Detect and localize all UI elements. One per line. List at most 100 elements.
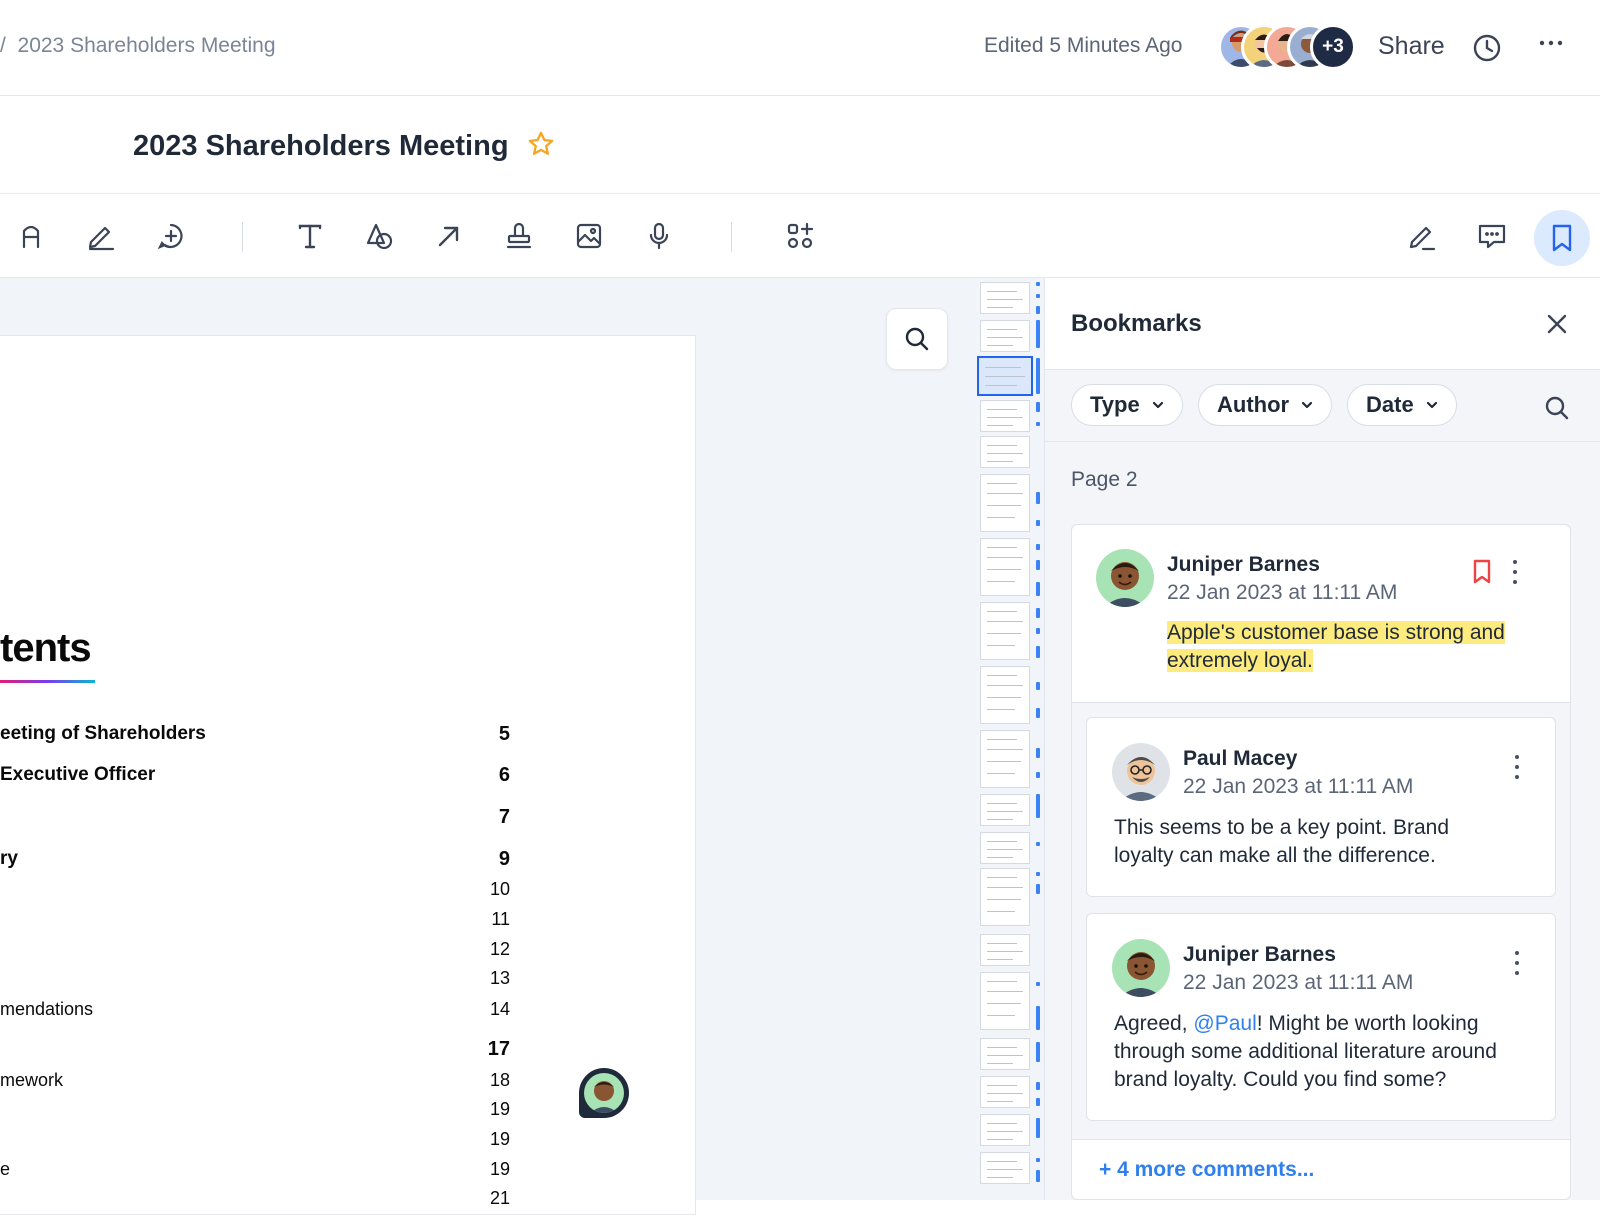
text-icon[interactable] <box>292 218 328 254</box>
kebab-icon[interactable] <box>1505 559 1525 585</box>
more-comments-link[interactable]: + 4 more comments... <box>1072 1139 1570 1199</box>
document-title[interactable]: 2023 Shareholders Meeting <box>133 130 509 163</box>
comment-text: Agreed, @Paul! Might be worth looking th… <box>1114 1012 1497 1091</box>
annotation-marker <box>1036 320 1040 348</box>
annotation-marker <box>1036 608 1040 618</box>
page-thumbnail[interactable] <box>980 972 1030 1030</box>
search-icon[interactable] <box>1543 394 1571 427</box>
kebab-icon[interactable] <box>1507 754 1527 780</box>
chevron-down-icon <box>1301 401 1313 409</box>
page-thumbnail-selected[interactable] <box>977 356 1033 396</box>
annotation-marker <box>1036 520 1040 526</box>
edit-icon[interactable] <box>1404 218 1440 254</box>
filter-author[interactable]: Author <box>1198 384 1333 426</box>
user-mention[interactable]: @Paul <box>1193 1012 1256 1035</box>
bookmark-icon[interactable] <box>1472 559 1492 590</box>
annotation-marker <box>1036 646 1040 658</box>
page-thumbnail[interactable] <box>980 320 1030 352</box>
pen-icon[interactable] <box>83 218 119 254</box>
annotation-marker <box>1036 1158 1040 1162</box>
page-thumbnail[interactable] <box>980 282 1030 314</box>
page-thumbnail[interactable] <box>980 832 1030 864</box>
clock-icon[interactable] <box>1472 33 1502 68</box>
avatar <box>1112 939 1170 997</box>
filter-type[interactable]: Type <box>1071 384 1183 426</box>
annotation-marker <box>1036 842 1040 846</box>
page-thumbnail[interactable] <box>980 1114 1030 1146</box>
annotation-marker <box>1036 294 1040 298</box>
page-thumbnails[interactable] <box>977 282 1040 1200</box>
page-thumbnail[interactable] <box>980 666 1030 724</box>
annotation-marker <box>1036 1098 1040 1106</box>
shape-icon[interactable] <box>362 218 398 254</box>
page-thumbnail[interactable] <box>980 1076 1030 1108</box>
page-thumbnail[interactable] <box>980 602 1030 660</box>
comment-pin[interactable] <box>579 1068 629 1118</box>
comment-reply[interactable]: Paul Macey 22 Jan 2023 at 11:11 AM This … <box>1086 717 1556 897</box>
image-icon[interactable] <box>571 218 607 254</box>
chevron-down-icon <box>1152 401 1163 409</box>
comment-thread[interactable]: Juniper Barnes 22 Jan 2023 at 11:11 AM A… <box>1071 524 1571 1200</box>
share-button[interactable]: Share <box>1378 32 1445 61</box>
apps-icon[interactable] <box>782 218 818 254</box>
close-icon[interactable] <box>1543 310 1571 343</box>
bookmark-icon[interactable] <box>1534 210 1590 266</box>
avatar <box>1112 743 1170 801</box>
add-comment-icon[interactable] <box>153 218 189 254</box>
page-thumbnail[interactable] <box>980 1038 1030 1070</box>
comment-date: 22 Jan 2023 at 11:11 AM <box>1167 581 1398 604</box>
annotation-marker <box>1036 1118 1040 1138</box>
stamp-icon[interactable] <box>501 218 537 254</box>
toolbar-divider <box>242 222 243 252</box>
comment-reply[interactable]: Juniper Barnes 22 Jan 2023 at 11:11 AM A… <box>1086 913 1556 1121</box>
annotation-marker <box>1036 1042 1040 1062</box>
document-canvas[interactable]: tents eeting of Shareholders 5 Executive… <box>0 278 1044 1215</box>
annotation-marker <box>1036 872 1040 876</box>
more-icon[interactable] <box>1538 30 1564 63</box>
search-icon <box>905 327 929 351</box>
comment-highlight-text: Apple's customer base is strong and extr… <box>1167 621 1505 672</box>
avatar <box>584 1073 624 1113</box>
comment-date: 22 Jan 2023 at 11:11 AM <box>1183 775 1414 798</box>
page-thumbnail[interactable] <box>980 730 1030 788</box>
page-thumbnail[interactable] <box>980 436 1030 468</box>
page-thumbnail[interactable] <box>980 934 1030 966</box>
comment-author: Paul Macey <box>1183 747 1298 770</box>
panel-header: Bookmarks <box>1045 278 1600 370</box>
top-bar: / 2023 Shareholders Meeting Edited 5 Min… <box>0 0 1600 96</box>
comment-card[interactable]: Juniper Barnes 22 Jan 2023 at 11:11 AM A… <box>1072 525 1570 703</box>
annotation-marker <box>1036 884 1040 894</box>
comment-author: Juniper Barnes <box>1167 553 1320 576</box>
avatar-overflow-count[interactable]: +3 <box>1310 24 1356 70</box>
annotation-marker <box>1036 402 1040 412</box>
kebab-icon[interactable] <box>1507 950 1527 976</box>
page-group-label: Page 2 <box>1071 468 1138 491</box>
toolbar-divider <box>731 222 732 252</box>
page-thumbnail[interactable] <box>980 538 1030 596</box>
annotation-marker <box>1036 358 1040 394</box>
arrow-icon[interactable] <box>431 218 467 254</box>
comments-icon[interactable] <box>1474 218 1510 254</box>
comment-text: This seems to be a key point. Brand loya… <box>1114 816 1450 867</box>
document-search-button[interactable] <box>886 308 948 370</box>
annotation-marker <box>1036 628 1040 634</box>
annotation-marker <box>1036 748 1040 758</box>
filter-date[interactable]: Date <box>1347 384 1457 426</box>
chevron-down-icon <box>1426 401 1437 409</box>
page-thumbnail[interactable] <box>980 400 1030 432</box>
page-thumbnail[interactable] <box>980 1152 1030 1184</box>
panel-title: Bookmarks <box>1071 310 1202 337</box>
annotation-marker <box>1036 544 1040 550</box>
star-icon[interactable] <box>527 130 555 163</box>
annotation-marker <box>1036 982 1040 986</box>
page-thumbnail[interactable] <box>980 794 1030 826</box>
microphone-icon[interactable] <box>641 218 677 254</box>
page-thumbnail[interactable] <box>980 474 1030 532</box>
annotation-marker <box>1036 492 1040 504</box>
heading-underline <box>0 680 95 683</box>
comment-date: 22 Jan 2023 at 11:11 AM <box>1183 971 1414 994</box>
page-thumbnail[interactable] <box>980 868 1030 926</box>
annotation-marker <box>1036 582 1040 596</box>
text-style-icon[interactable] <box>13 218 49 254</box>
breadcrumb[interactable]: / 2023 Shareholders Meeting <box>0 34 276 58</box>
